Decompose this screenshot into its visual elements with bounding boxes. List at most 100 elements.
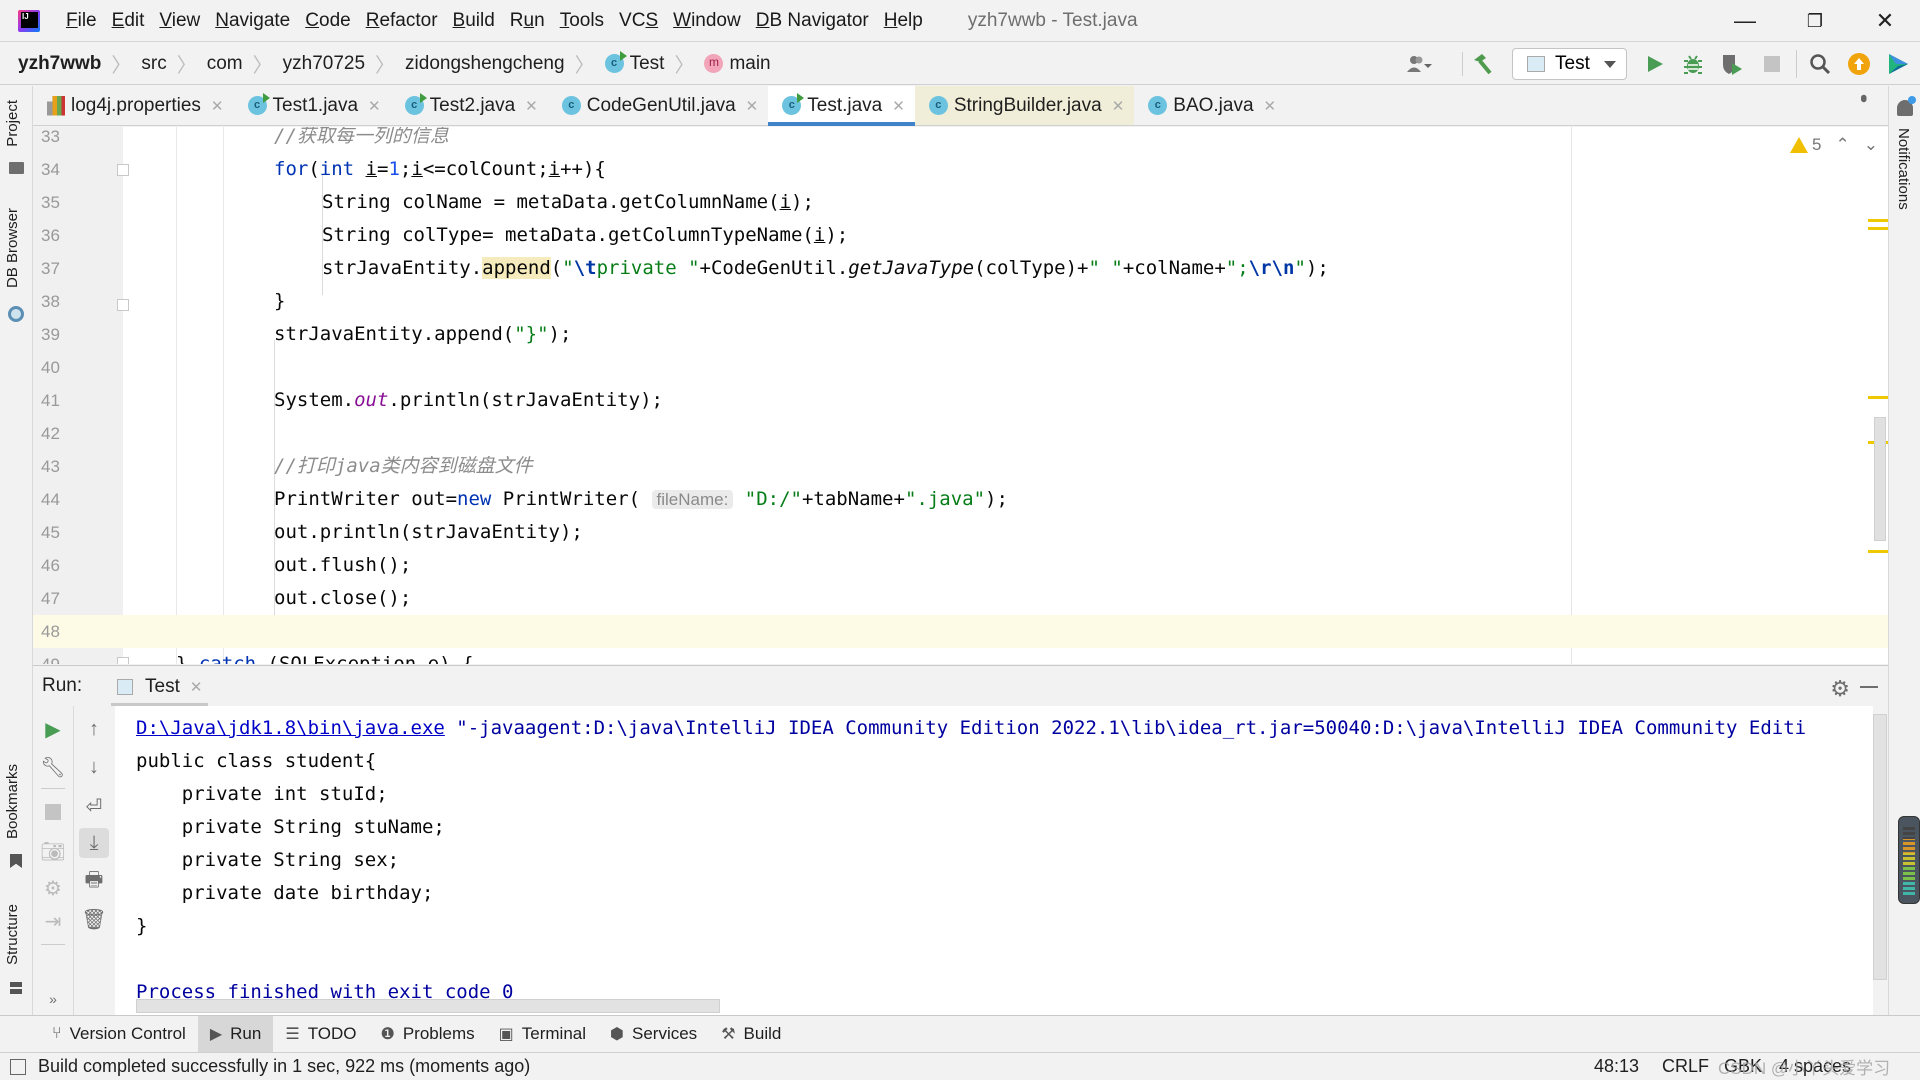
console-output[interactable]: D:\Java\jdk1.8\bin\java.exe "-javaagent:… <box>115 706 1873 1015</box>
close-icon[interactable]: ✕ <box>525 97 538 115</box>
scroll-to-end-button[interactable]: ⤓ <box>79 828 109 858</box>
breadcrumb-item[interactable]: m main <box>704 53 771 75</box>
stop-button[interactable] <box>38 797 68 827</box>
editor-tab[interactable]: c StringBuilder.java ✕ <box>914 86 1135 125</box>
code-line[interactable]: 40 <box>33 351 1888 384</box>
run-configuration-select[interactable]: Test <box>1512 48 1627 80</box>
debug-button[interactable] <box>1679 50 1707 78</box>
code-line[interactable]: 33 //获取每一列的信息 <box>33 127 1888 153</box>
close-window-button[interactable]: ✕ <box>1850 0 1920 42</box>
tool-window-todo[interactable]: ☰ TODO <box>273 1016 368 1053</box>
breadcrumb-item[interactable]: zidongshengcheng <box>405 53 565 75</box>
menu-code[interactable]: Code <box>305 10 350 32</box>
menu-window[interactable]: Window <box>673 10 741 32</box>
code-line[interactable]: 35 String colName = metaData.getColumnNam… <box>33 186 1888 219</box>
warning-marker[interactable] <box>1868 550 1888 553</box>
plugin-button[interactable] <box>1884 50 1912 78</box>
fold-toggle[interactable] <box>117 299 129 311</box>
menu-view[interactable]: View <box>159 10 200 32</box>
breadcrumb-item[interactable]: src <box>141 53 166 75</box>
indent-setting[interactable]: 4 spaces <box>1779 1056 1851 1077</box>
tool-window-run[interactable]: ▶ Run <box>197 1015 274 1053</box>
tool-window-problems[interactable]: ❶ Problems <box>369 1016 487 1053</box>
tool-window-version-control[interactable]: ⑂ Version Control <box>40 1016 198 1053</box>
scroll-up-button[interactable]: ↑ <box>79 714 109 744</box>
settings-button[interactable]: ⚙ <box>38 873 68 903</box>
settings-gear-icon[interactable]: ⚙ <box>1830 676 1850 702</box>
menu-build[interactable]: Build <box>453 10 495 32</box>
warning-marker[interactable] <box>1868 227 1888 230</box>
file-encoding[interactable]: GBK <box>1724 1056 1762 1077</box>
line-separator[interactable]: CRLF <box>1662 1056 1709 1077</box>
editor-scrollbar-thumb[interactable] <box>1874 417 1886 541</box>
more-tabs-icon[interactable]: ••• <box>1851 94 1874 97</box>
code-line[interactable]: 37 strJavaEntity.append("\tprivate "+Code… <box>33 252 1888 285</box>
floating-meter-widget[interactable] <box>1898 816 1920 904</box>
breadcrumb-item[interactable]: yzh70725 <box>283 53 365 75</box>
close-icon[interactable]: ✕ <box>211 97 224 115</box>
menu-tools[interactable]: Tools <box>560 10 604 32</box>
menu-edit[interactable]: Edit <box>112 10 145 32</box>
run-button[interactable] <box>1641 50 1669 78</box>
menu-run[interactable]: Run <box>510 10 545 32</box>
warning-marker[interactable] <box>1868 219 1888 222</box>
editor-tab[interactable]: c Test.java ✕ <box>768 86 915 126</box>
vcs-user-button[interactable] <box>1405 50 1433 78</box>
code-line[interactable]: 47 out.close(); <box>33 582 1888 615</box>
previous-highlight-icon[interactable]: ⌃ <box>1836 135 1850 155</box>
search-everywhere-button[interactable] <box>1806 50 1834 78</box>
menu-vcs[interactable]: VCS <box>619 10 658 32</box>
code-line[interactable]: 36 String colType= metaData.getColumnType… <box>33 219 1888 252</box>
tool-window-structure[interactable]: Structure <box>4 904 21 965</box>
breadcrumb-item[interactable]: yzh7wwb <box>18 53 101 75</box>
code-editor[interactable]: 33 //获取每一列的信息 34 for(int i=1;i<=colCount;i+… <box>33 127 1888 664</box>
close-icon[interactable]: ✕ <box>1112 97 1125 115</box>
java-exe-link[interactable]: D:\Java\jdk1.8\bin\java.exe <box>136 717 445 739</box>
clear-all-button[interactable]: 🗑︎ <box>79 904 109 934</box>
tool-window-bookmarks[interactable]: Bookmarks <box>4 764 21 839</box>
run-with-coverage-button[interactable] <box>1718 50 1746 78</box>
close-icon[interactable]: ✕ <box>1264 97 1277 115</box>
code-line[interactable]: 45 out.println(strJavaEntity); <box>33 516 1888 549</box>
ide-update-button[interactable] <box>1845 50 1873 78</box>
close-icon[interactable]: ✕ <box>892 97 905 115</box>
hide-panel-icon[interactable] <box>1860 686 1878 688</box>
edit-configuration-button[interactable]: 🔧︎ <box>38 752 68 782</box>
breadcrumb-item[interactable]: com <box>207 53 243 75</box>
dump-threads-button[interactable]: 📷︎ <box>38 836 68 866</box>
scroll-down-button[interactable]: ↓ <box>79 752 109 782</box>
stop-button[interactable] <box>1758 50 1786 78</box>
menu-file[interactable]: File <box>66 10 97 32</box>
warning-marker[interactable] <box>1868 396 1888 399</box>
editor-tab[interactable]: log4j.properties ✕ <box>33 86 234 125</box>
menu-db-navigator[interactable]: DB Navigator <box>756 10 869 32</box>
code-line[interactable]: 34 for(int i=1;i<=colCount;i++){ <box>33 153 1888 186</box>
code-line[interactable]: 42 <box>33 417 1888 450</box>
tool-window-project[interactable]: Project <box>4 100 21 147</box>
editor-tab[interactable]: c CodeGenUtil.java ✕ <box>548 86 769 125</box>
close-icon[interactable]: ✕ <box>746 97 759 115</box>
editor-tab[interactable]: c Test2.java ✕ <box>391 86 548 125</box>
tool-window-terminal[interactable]: ▣ Terminal <box>487 1016 598 1053</box>
status-toggle-icon[interactable] <box>10 1058 26 1075</box>
menu-navigate[interactable]: Navigate <box>215 10 290 32</box>
editor-tab[interactable]: c BAO.java ✕ <box>1134 86 1286 125</box>
tool-window-db-browser[interactable]: DB Browser <box>4 208 21 288</box>
code-line[interactable]: 48 <box>33 615 1888 648</box>
console-horizontal-scrollbar[interactable] <box>136 999 720 1013</box>
code-line[interactable]: 49} catch (SQLException e) { <box>33 648 1888 664</box>
code-line[interactable]: 43 //打印java类内容到磁盘文件 <box>33 450 1888 483</box>
fold-toggle[interactable] <box>117 164 129 176</box>
close-icon[interactable]: ✕ <box>368 97 381 115</box>
restore-layout-button[interactable]: ⇥ <box>38 906 68 936</box>
code-line[interactable]: 38} <box>33 285 1888 318</box>
soft-wrap-button[interactable]: ⏎ <box>79 791 109 821</box>
menu-help[interactable]: Help <box>884 10 923 32</box>
console-vertical-scrollbar[interactable] <box>1873 714 1887 980</box>
run-tab-test[interactable]: Test ✕ <box>111 666 209 707</box>
more-actions-button[interactable]: » <box>38 984 68 1014</box>
restore-button[interactable]: ❐ <box>1780 0 1850 42</box>
breadcrumb-item[interactable]: c Test <box>604 51 664 75</box>
print-button[interactable]: 🖶︎ <box>79 867 109 897</box>
tool-window-services[interactable]: ⬢ Services <box>598 1016 709 1053</box>
